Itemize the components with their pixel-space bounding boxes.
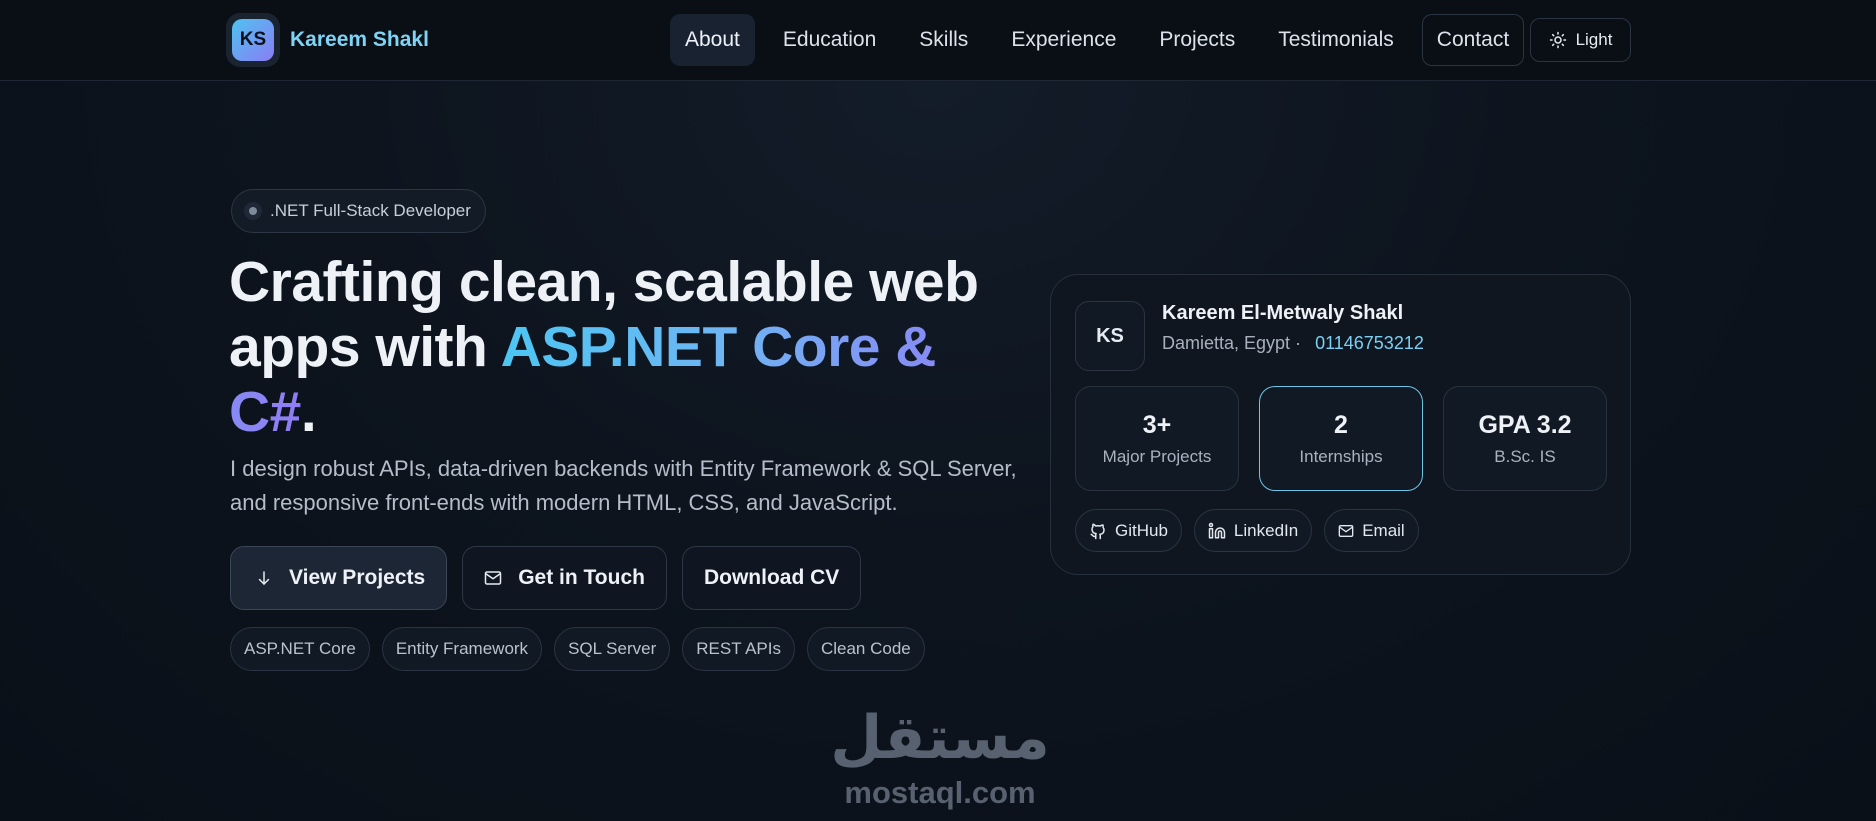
get-in-touch-label: Get in Touch bbox=[518, 566, 645, 589]
github-icon bbox=[1090, 523, 1105, 539]
nav-links: About Education Skills Experience Projec… bbox=[670, 14, 1537, 66]
stat-label: Major Projects bbox=[1102, 446, 1212, 466]
phone-link[interactable]: 01146753212 bbox=[1315, 333, 1424, 354]
nav-link-experience[interactable]: Experience bbox=[996, 14, 1131, 66]
download-cv-button[interactable]: Download CV bbox=[681, 546, 862, 610]
email-link[interactable]: Email bbox=[1324, 509, 1419, 552]
profile-card: KS Kareem El-Metwaly Shakl Damietta, Egy… bbox=[1050, 274, 1631, 575]
github-link[interactable]: GitHub bbox=[1075, 509, 1182, 552]
brand[interactable]: KS Kareem Shakl bbox=[226, 13, 429, 67]
mostaql-watermark: مستقل mostaql.com bbox=[820, 700, 1060, 810]
stat-value: 3+ bbox=[1142, 410, 1172, 439]
stat-label: B.Sc. IS bbox=[1494, 446, 1556, 466]
nav-link-skills[interactable]: Skills bbox=[904, 14, 983, 66]
stat-projects: 3+ Major Projects bbox=[1075, 386, 1239, 491]
role-badge: .NET Full-Stack Developer bbox=[231, 189, 486, 233]
nav-link-education[interactable]: Education bbox=[768, 14, 891, 66]
profile-stats: 3+ Major Projects 2 Internships GPA 3.2 … bbox=[1075, 386, 1607, 491]
linkedin-link[interactable]: LinkedIn bbox=[1193, 509, 1313, 552]
brand-initials: KS bbox=[232, 19, 274, 61]
top-navbar: KS Kareem Shakl About Education Skills E… bbox=[0, 0, 1876, 81]
view-projects-button[interactable]: View Projects bbox=[230, 546, 448, 610]
nav-link-about[interactable]: About bbox=[670, 14, 755, 66]
stat-internships: 2 Internships bbox=[1259, 386, 1423, 491]
skill-tag: Entity Framework bbox=[381, 627, 543, 671]
skill-tag: Clean Code bbox=[806, 627, 925, 671]
mail-icon bbox=[1338, 524, 1354, 537]
linkedin-label: LinkedIn bbox=[1233, 520, 1299, 540]
profile-name: Kareem El-Metwaly Shakl bbox=[1162, 302, 1404, 324]
profile-location: Damietta, Egypt · bbox=[1162, 333, 1302, 353]
watermark-latin: mostaql.com bbox=[844, 775, 1036, 810]
download-cv-label: Download CV bbox=[703, 566, 840, 589]
email-label: Email bbox=[1362, 520, 1405, 540]
headline-period: . bbox=[300, 380, 317, 444]
brand-logo: KS bbox=[226, 13, 280, 67]
stat-label: Internships bbox=[1299, 446, 1383, 466]
skill-tag: ASP.NET Core bbox=[230, 627, 370, 671]
stat-value: GPA 3.2 bbox=[1478, 410, 1572, 439]
hero-headline: Crafting clean, scalable web apps with A… bbox=[229, 250, 989, 445]
nav-link-projects[interactable]: Projects bbox=[1144, 14, 1250, 66]
stat-gpa: GPA 3.2 B.Sc. IS bbox=[1443, 386, 1607, 491]
status-dot-icon bbox=[244, 202, 262, 220]
watermark-arabic: مستقل bbox=[830, 703, 1050, 773]
hero-subtext: I design robust APIs, data-driven backen… bbox=[230, 456, 1017, 515]
theme-toggle-label: Light bbox=[1575, 30, 1613, 49]
view-projects-label: View Projects bbox=[289, 566, 426, 589]
social-links: GitHub LinkedIn Email bbox=[1075, 509, 1431, 552]
profile-location-row: Damietta, Egypt · 01146753212 bbox=[1162, 333, 1424, 354]
role-badge-label: .NET Full-Stack Developer bbox=[270, 201, 471, 220]
avatar: KS bbox=[1075, 301, 1145, 371]
skill-tags: ASP.NET Core Entity Framework SQL Server… bbox=[230, 627, 937, 671]
get-in-touch-button[interactable]: Get in Touch bbox=[462, 546, 667, 610]
hero-actions: View Projects Get in Touch Download CV bbox=[230, 546, 876, 610]
sun-icon bbox=[1549, 31, 1566, 49]
skill-tag: REST APIs bbox=[682, 627, 795, 671]
brand-name: Kareem Shakl bbox=[290, 28, 429, 51]
nav-link-testimonials[interactable]: Testimonials bbox=[1263, 14, 1409, 66]
skill-tag: SQL Server bbox=[554, 627, 671, 671]
arrow-down-icon bbox=[258, 571, 270, 585]
theme-toggle-button[interactable]: Light bbox=[1530, 18, 1631, 62]
nav-link-contact[interactable]: Contact bbox=[1421, 14, 1525, 66]
github-label: GitHub bbox=[1115, 520, 1168, 540]
linkedin-icon bbox=[1208, 522, 1226, 538]
mail-icon bbox=[484, 571, 502, 585]
stat-value: 2 bbox=[1334, 410, 1348, 439]
